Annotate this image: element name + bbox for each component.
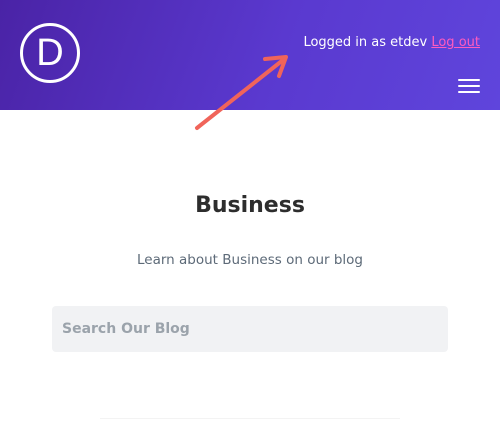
- blog-search-input[interactable]: [52, 306, 448, 352]
- menu-bar-middle: [458, 85, 480, 87]
- divider: [100, 418, 400, 419]
- logo-letter: D: [36, 32, 64, 74]
- menu-bar-top: [458, 79, 480, 81]
- annotation-arrow-icon: [195, 55, 288, 130]
- page-title: Business: [195, 193, 305, 218]
- menu-bar-bottom: [458, 91, 480, 93]
- arrow-shaft: [195, 58, 285, 130]
- page-subtitle: Learn about Business on our blog: [137, 252, 363, 268]
- site-logo[interactable]: D: [20, 23, 80, 83]
- login-status-text: Logged in as etdev: [303, 35, 428, 50]
- logout-link[interactable]: Log out: [431, 35, 480, 50]
- login-status: Logged in as etdev Log out: [303, 35, 480, 50]
- page: D Logged in as etdev Log out Business Le…: [0, 0, 500, 422]
- hamburger-menu-icon[interactable]: [458, 76, 480, 94]
